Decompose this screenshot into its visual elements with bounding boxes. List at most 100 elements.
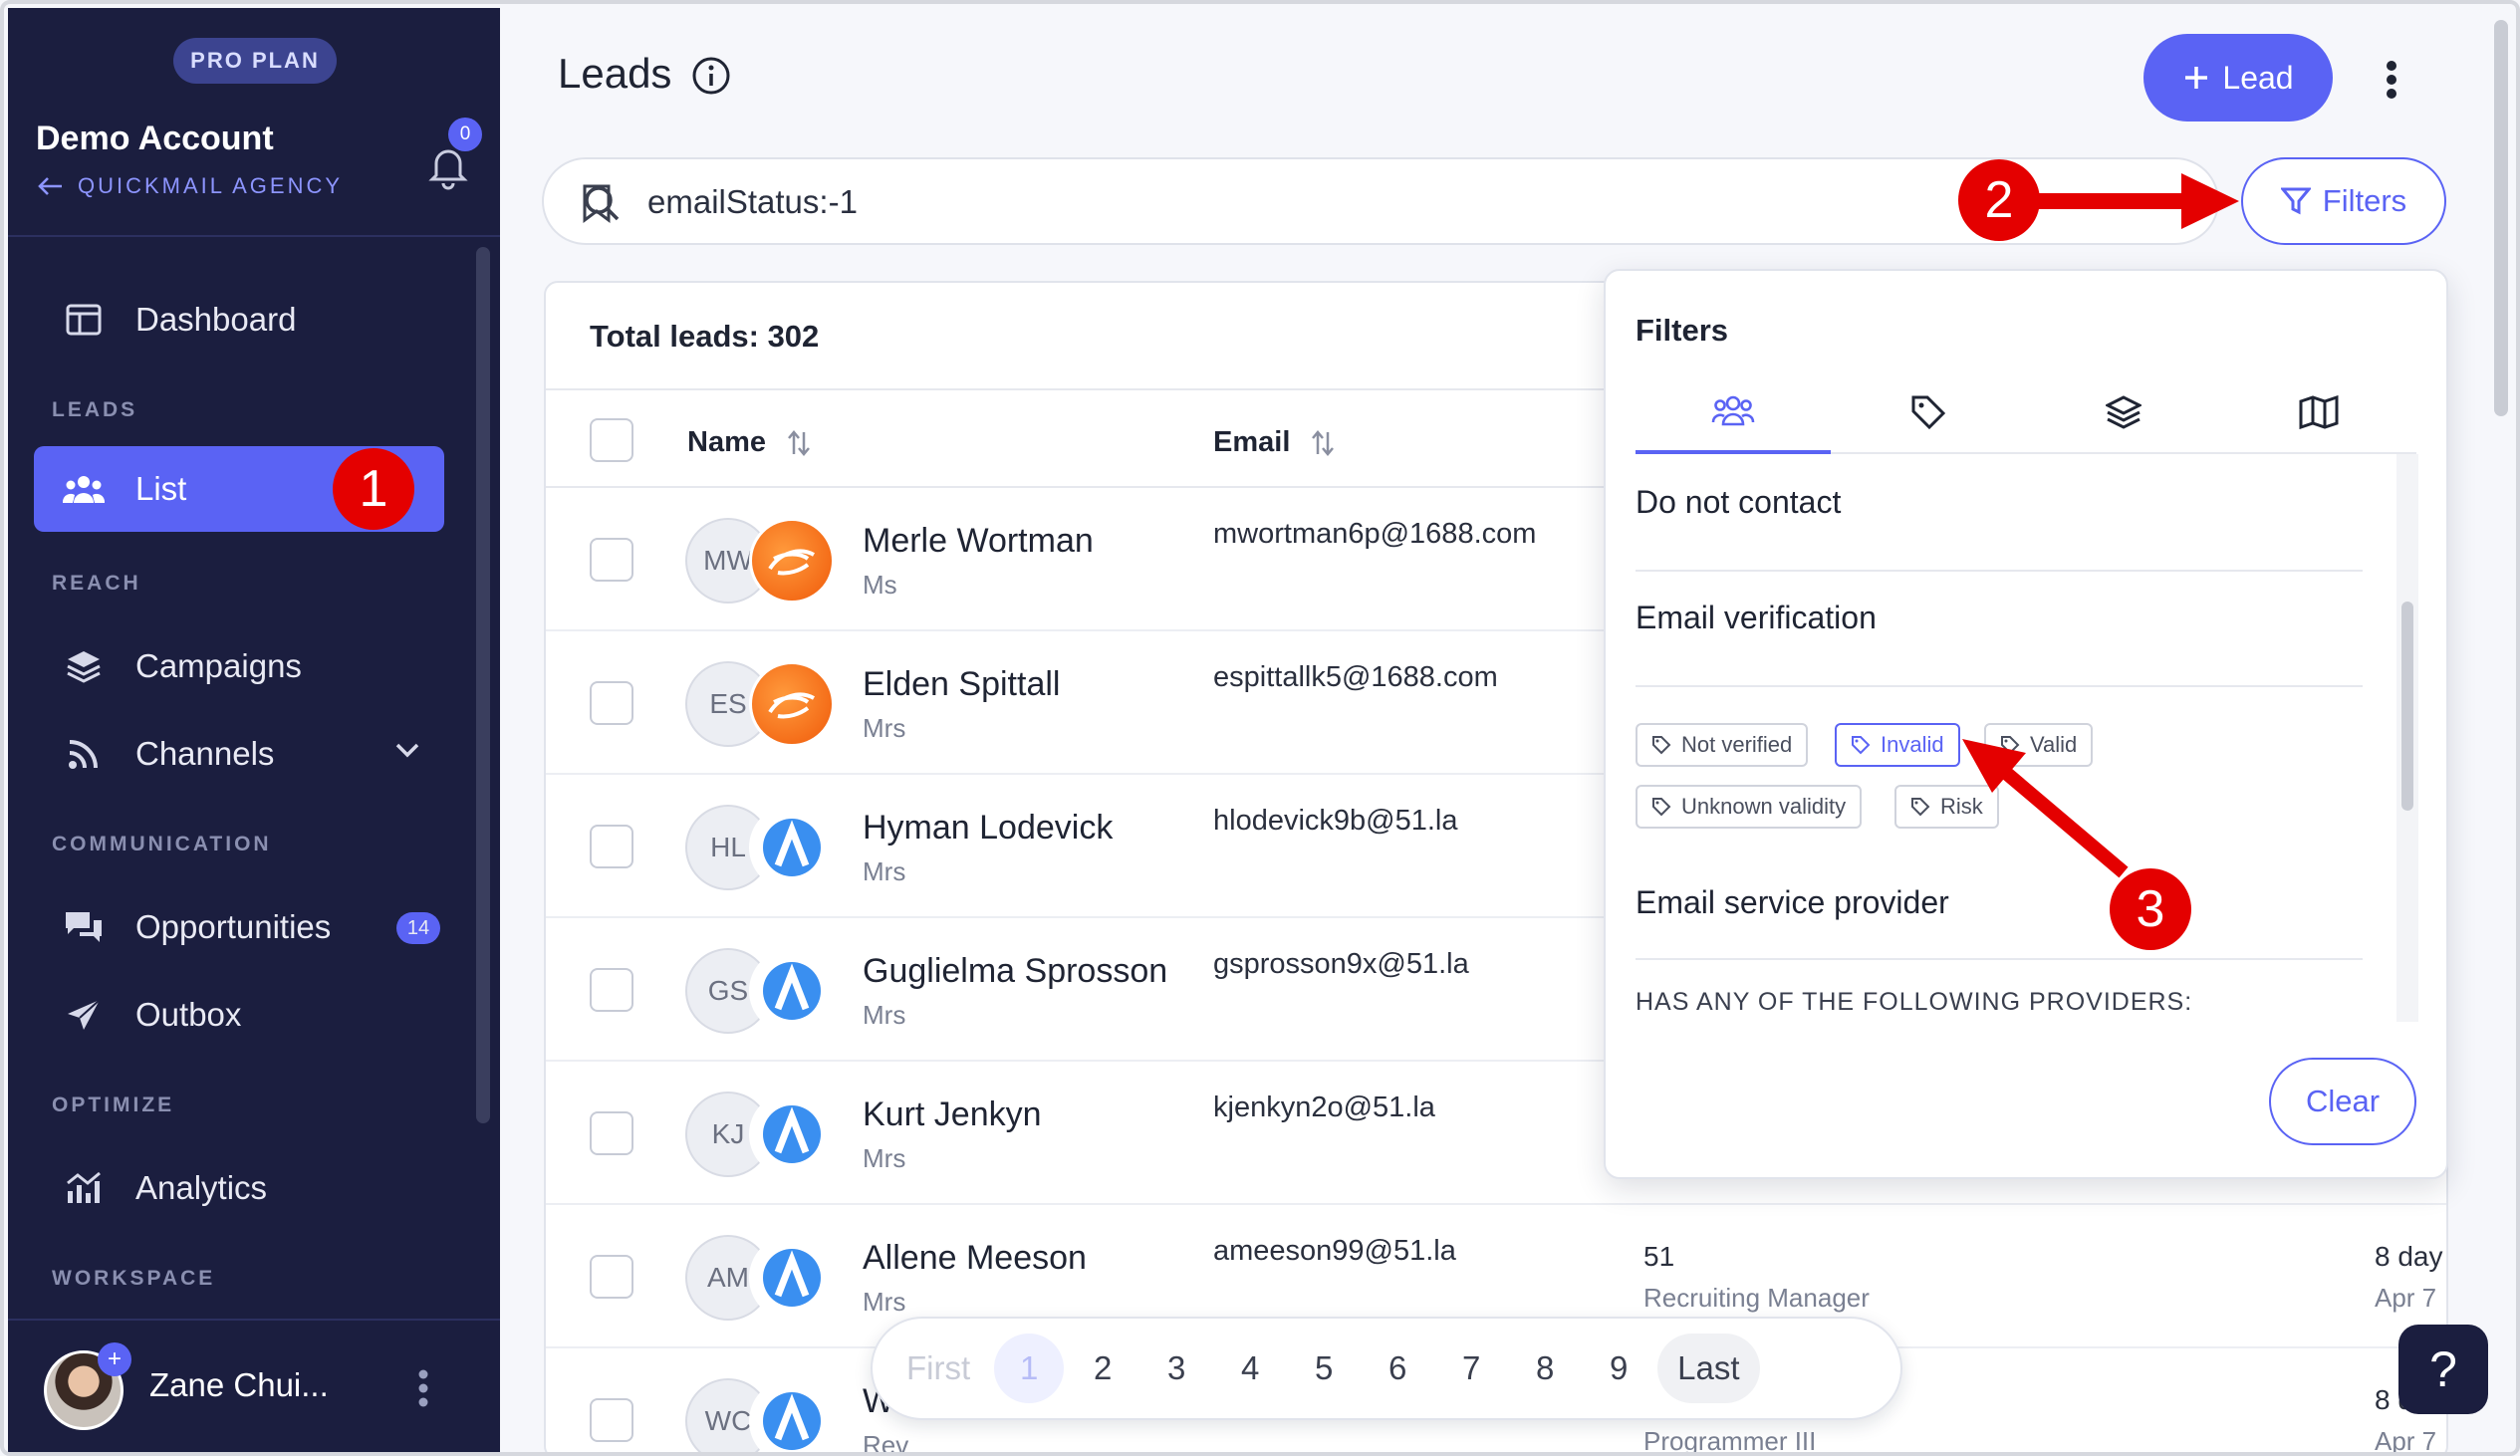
page-scrollbar[interactable]	[2494, 20, 2508, 416]
tag-invalid[interactable]: Invalid	[1835, 723, 1960, 767]
arrow-left-icon	[38, 177, 62, 195]
map-icon	[2299, 395, 2339, 429]
sidebar: PRO PLAN Demo Account QUICKMAIL AGENCY 0…	[8, 8, 500, 1452]
page-button[interactable]: 9	[1584, 1334, 1653, 1403]
filters-panel-title: Filters	[1636, 313, 1729, 348]
sort-icon[interactable]	[1312, 429, 1335, 456]
tag-icon	[1652, 736, 1671, 755]
people-icon	[1711, 395, 1755, 426]
sidebar-item-dashboard[interactable]: Dashboard	[34, 277, 444, 363]
select-all-checkbox[interactable]	[590, 418, 633, 462]
sidebar-item-analytics[interactable]: Analytics	[34, 1145, 444, 1231]
filter-email-service-provider[interactable]: Email service provider	[1636, 884, 2363, 921]
lead-name[interactable]: Hyman Lodevick	[863, 809, 1113, 848]
tag-icon	[1911, 395, 1946, 430]
annotation-marker-1: 1	[333, 448, 414, 530]
row-checkbox[interactable]	[590, 968, 633, 1012]
clear-button[interactable]: Clear	[2269, 1058, 2416, 1145]
lead-name[interactable]: Kurt Jenkyn	[863, 1095, 1042, 1134]
page-first-button[interactable]: First	[886, 1334, 990, 1403]
page-button[interactable]: 1	[994, 1334, 1065, 1403]
section-label-leads: LEADS	[52, 398, 138, 421]
info-icon[interactable]	[691, 56, 731, 96]
agency-link[interactable]: QUICKMAIL AGENCY	[38, 173, 343, 199]
tag-not-verified[interactable]: Not verified	[1636, 723, 1809, 767]
tab-tags[interactable]	[1831, 370, 2026, 454]
51la-logo	[749, 1235, 835, 1321]
tag-risky[interactable]: Risk	[1894, 785, 1999, 829]
filters-panel: Filters Do not contact Email verificatio…	[1604, 269, 2448, 1179]
row-checkbox[interactable]	[590, 1111, 633, 1155]
page-button[interactable]: 2	[1068, 1334, 1137, 1403]
lead-title: Mrs	[863, 1287, 906, 1317]
user-profile-bar[interactable]: + Zane Chui...	[8, 1319, 500, 1452]
account-header: PRO PLAN Demo Account QUICKMAIL AGENCY 0	[8, 8, 500, 237]
account-name[interactable]: Demo Account	[36, 120, 274, 158]
sidebar-item-opportunities[interactable]: Opportunities 14	[34, 884, 444, 970]
section-label-communication: COMMUNICATION	[52, 833, 272, 855]
sidebar-item-outbox[interactable]: Outbox	[34, 972, 444, 1058]
lead-date: Apr 7	[2375, 1426, 2437, 1456]
bookmark-icon[interactable]	[582, 183, 612, 223]
sidebar-item-channels[interactable]: Channels	[34, 711, 444, 797]
tag-label: Risk	[1940, 794, 1983, 819]
row-checkbox[interactable]	[590, 1398, 633, 1442]
lead-email: kjenkyn2o@51.la	[1213, 1092, 1435, 1123]
divider	[1636, 958, 2363, 960]
page-button[interactable]: 8	[1510, 1334, 1580, 1403]
annotation-marker-3: 3	[2110, 868, 2191, 950]
sidebar-item-label: Outbox	[135, 996, 242, 1033]
row-checkbox[interactable]	[590, 1255, 633, 1299]
filter-email-verification[interactable]: Email verification	[1636, 600, 2363, 636]
column-header-name[interactable]: Name	[687, 426, 810, 459]
paper-plane-icon	[62, 993, 106, 1037]
search-input[interactable]	[647, 175, 2042, 229]
filters-list: Do not contact Email verification Not ve…	[1636, 454, 2393, 1022]
tab-people[interactable]	[1636, 370, 1831, 454]
tag-icon	[1852, 736, 1871, 755]
lead-name[interactable]: Merle Wortman	[863, 522, 1094, 561]
sidebar-item-label: Channels	[135, 735, 275, 772]
add-lead-button[interactable]: Lead	[2143, 34, 2333, 121]
sidebar-item-campaigns[interactable]: Campaigns	[34, 623, 444, 709]
filter-do-not-contact[interactable]: Do not contact	[1636, 484, 2363, 521]
lead-name[interactable]: Elden Spittall	[863, 665, 1060, 704]
lead-name[interactable]: Guglielma Sprosson	[863, 952, 1167, 991]
sort-icon[interactable]	[788, 429, 810, 456]
page-button[interactable]: 7	[1436, 1334, 1506, 1403]
sidebar-scrollbar[interactable]	[476, 247, 490, 1123]
add-lead-label: Lead	[2222, 59, 2294, 96]
row-checkbox[interactable]	[590, 681, 633, 725]
total-leads: Total leads: 302	[590, 319, 820, 354]
page-button[interactable]: 5	[1289, 1334, 1359, 1403]
page-button[interactable]: 6	[1363, 1334, 1432, 1403]
plan-badge: PRO PLAN	[173, 38, 337, 84]
tag-valid[interactable]: Valid	[1984, 723, 2094, 767]
page-last-button[interactable]: Last	[1657, 1334, 1760, 1403]
tag-unknown-validity[interactable]: Unknown validity	[1636, 785, 1863, 829]
lead-name[interactable]: Allene Meeson	[863, 1239, 1087, 1278]
kebab-menu-icon[interactable]	[416, 1368, 430, 1408]
filters-button[interactable]: Filters	[2241, 157, 2446, 245]
lead-avatar: MW	[685, 518, 835, 604]
sidebar-item-label: Analytics	[135, 1169, 268, 1206]
chevron-down-icon	[395, 743, 419, 758]
tab-map[interactable]	[2221, 370, 2416, 454]
tab-layers[interactable]	[2026, 370, 2221, 454]
opportunities-count-badge: 14	[396, 912, 440, 944]
plus-icon[interactable]: +	[98, 1342, 131, 1376]
page-button[interactable]: 3	[1141, 1334, 1211, 1403]
filter-icon	[2280, 187, 2311, 215]
row-checkbox[interactable]	[590, 825, 633, 868]
chat-icon	[62, 905, 106, 949]
lead-email: mwortman6p@1688.com	[1213, 518, 1537, 550]
column-header-email[interactable]: Email	[1213, 426, 1335, 459]
page-title: Leads	[558, 50, 672, 97]
1688-logo	[749, 518, 835, 604]
scroll-thumb[interactable]	[2401, 602, 2413, 811]
more-options-icon[interactable]	[2385, 60, 2398, 100]
filters-scrollbar[interactable]	[2396, 454, 2418, 1022]
page-button[interactable]: 4	[1215, 1334, 1285, 1403]
row-checkbox[interactable]	[590, 538, 633, 582]
help-button[interactable]: ?	[2398, 1325, 2488, 1414]
